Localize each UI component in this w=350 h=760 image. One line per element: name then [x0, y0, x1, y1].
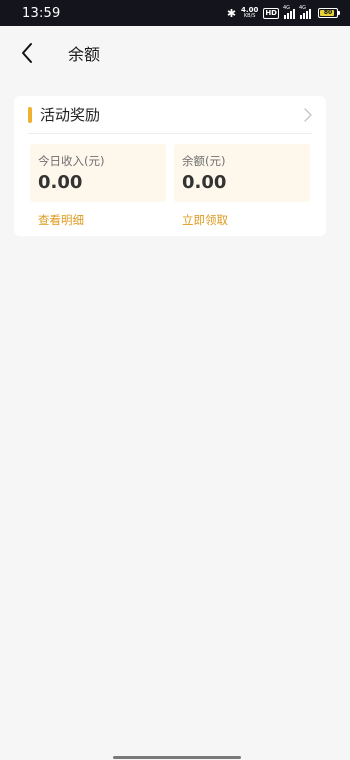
network-speed: 4.00 KB/S [241, 7, 258, 19]
network-speed-unit: KB/S [243, 13, 256, 19]
back-button[interactable] [2, 26, 52, 80]
status-bar: 13:59 ✱ 4.00 KB/S HD 4G 4G 80 [0, 0, 350, 26]
activity-reward-card: 活动奖励 今日收入(元) 0.00 余额(元) 0.00 查看明细 立即领取 [14, 96, 326, 236]
home-indicator[interactable] [113, 756, 241, 759]
balance-box: 余额(元) 0.00 [174, 144, 310, 202]
stats-boxes: 今日收入(元) 0.00 余额(元) 0.00 [30, 144, 310, 202]
status-icons: ✱ 4.00 KB/S HD 4G 4G 80 [226, 4, 340, 20]
accent-bar [28, 106, 32, 123]
card-links: 查看明细 立即领取 [30, 212, 310, 228]
battery-icon: 80 [318, 8, 340, 18]
signal-icon-sim2: 4G [299, 4, 311, 19]
signal-icon-sim1: 4G [283, 4, 295, 19]
status-time: 13:59 [22, 5, 61, 21]
page-title: 余额 [68, 45, 101, 64]
activity-reward-header[interactable]: 活动奖励 [28, 96, 312, 134]
claim-now-link[interactable]: 立即领取 [174, 212, 310, 228]
activity-reward-title: 活动奖励 [40, 106, 101, 124]
chevron-right-icon [304, 108, 312, 122]
hd-icon: HD [263, 7, 279, 19]
today-income-label: 今日收入(元) [38, 154, 105, 168]
balance-label: 余额(元) [182, 154, 226, 168]
battery-level: 80 [323, 9, 333, 16]
nav-bar: 余额 [0, 26, 350, 80]
balance-value: 0.00 [182, 172, 227, 193]
bluetooth-icon: ✱ [226, 6, 237, 20]
chevron-left-icon [22, 43, 32, 63]
today-income-value: 0.00 [38, 172, 83, 193]
sim2-network-type: 4G [299, 4, 307, 11]
view-details-link[interactable]: 查看明细 [30, 212, 166, 228]
sim1-network-type: 4G [283, 4, 291, 11]
today-income-box: 今日收入(元) 0.00 [30, 144, 166, 202]
